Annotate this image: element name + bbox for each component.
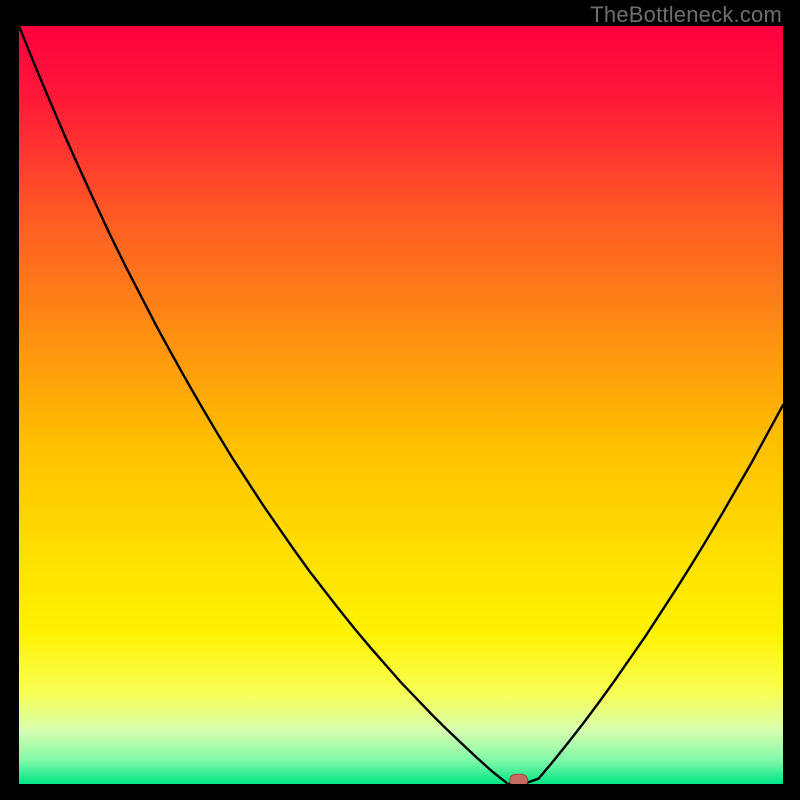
- chart-svg: [19, 26, 783, 784]
- chart-frame: TheBottleneck.com: [0, 0, 800, 800]
- minimum-marker: [510, 774, 528, 784]
- watermark-text: TheBottleneck.com: [590, 2, 782, 28]
- chart-plot-area: [19, 26, 783, 784]
- gradient-background: [19, 26, 783, 784]
